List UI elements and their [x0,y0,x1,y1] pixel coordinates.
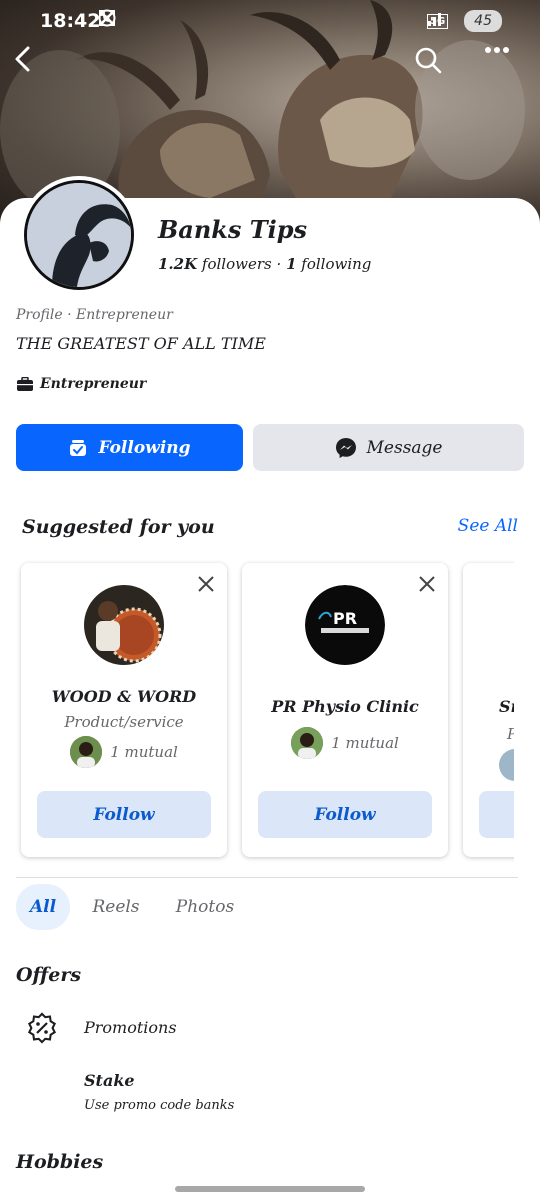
more-options-button[interactable] [484,46,524,86]
divider [16,877,518,878]
message-button-label: Message [366,437,443,458]
follow-button[interactable]: Follow [258,791,432,838]
system-icons: 5G 45 [427,10,502,32]
battery-level: 45 [464,10,502,32]
suggestion-avatar-pr-physio[interactable]: PR [305,585,385,665]
suggestion-name[interactable]: PR Physio Clinic [242,697,448,716]
search-button[interactable] [414,46,454,86]
mutual-friends: 1 mutual [21,736,227,768]
suggested-title: Suggested for you [22,516,215,538]
offer-subtitle: Use promo code banks [84,1098,235,1113]
profile-picture-goat [24,180,134,290]
messenger-icon [335,437,356,458]
following-label: following [301,255,372,273]
screen-capture-icon [99,9,178,31]
suggestion-avatar-wood-word[interactable] [84,585,164,665]
mutual-friend-avatar [70,736,103,768]
mutual-friends: 1 mutual [242,727,448,759]
followers-label: followers [201,255,272,273]
briefcase-icon [17,376,33,391]
back-button[interactable] [12,46,52,86]
suggestion-name[interactable]: WOOD & WORD [21,687,227,706]
status-time: 18:42 [40,10,101,32]
x-logo-icon [99,9,148,31]
search-icon [415,47,442,74]
mutual-friend-avatar [291,727,324,759]
message-button[interactable]: Message [253,424,524,471]
tab-photos[interactable]: Photos [168,884,242,930]
suggestion-card[interactable]: WOOD & WORD Product/service 1 mutual Fol… [21,563,227,857]
mutual-friend-avatar [499,749,514,781]
work-label: Entrepreneur [40,376,147,392]
page-category: Profile · Entrepreneur [16,307,173,323]
followers-count: 1.2K [158,255,198,273]
close-icon[interactable] [416,573,438,595]
offers-title: Offers [16,964,82,986]
more-dots-icon [485,47,509,53]
dot-icon [99,9,208,31]
suggestion-card[interactable]: PR PR Physio Clinic 1 mutual Follow [242,563,448,857]
following-count: 1 [286,255,297,273]
page-name: Banks Tips [158,215,308,244]
following-button-label: Following [98,437,191,458]
tab-reels[interactable]: Reels [86,884,146,930]
suggestion-name[interactable]: Sn [463,697,514,716]
offer-title[interactable]: Stake [84,1071,135,1090]
notification-icons [98,9,208,31]
following-check-icon [70,439,87,456]
mutual-count: 1 mutual [331,734,399,752]
profile-avatar[interactable] [20,176,138,294]
tab-all[interactable]: All [16,884,70,930]
home-indicator[interactable] [175,1186,365,1192]
suggestions-carousel[interactable]: WOOD & WORD Product/service 1 mutual Fol… [14,560,514,866]
chevron-left-icon [15,46,30,72]
follow-button[interactable] [479,791,514,838]
stats-separator: · [276,255,282,273]
close-icon[interactable] [195,573,217,595]
suggestion-type: P [463,725,514,743]
work-info: Entrepreneur [16,376,146,392]
follow-button[interactable]: Follow [37,791,211,838]
svg-text:PR: PR [333,609,357,628]
suggestion-card[interactable]: Sn P [463,563,514,857]
see-all-link[interactable]: See All [458,516,518,536]
status-bar: 18:42 5G 45 [0,0,540,44]
promotions-label[interactable]: Promotions [84,1018,177,1037]
page-bio: THE GREATEST OF ALL TIME [16,334,266,353]
hobbies-title: Hobbies [16,1151,104,1173]
discount-badge-icon [27,1012,57,1044]
mutual-count: 1 mutual [110,743,178,761]
suggestion-type: Product/service [64,713,184,731]
follow-stats[interactable]: 1.2K followers · 1 following [158,255,371,273]
following-button[interactable]: Following [16,424,243,471]
